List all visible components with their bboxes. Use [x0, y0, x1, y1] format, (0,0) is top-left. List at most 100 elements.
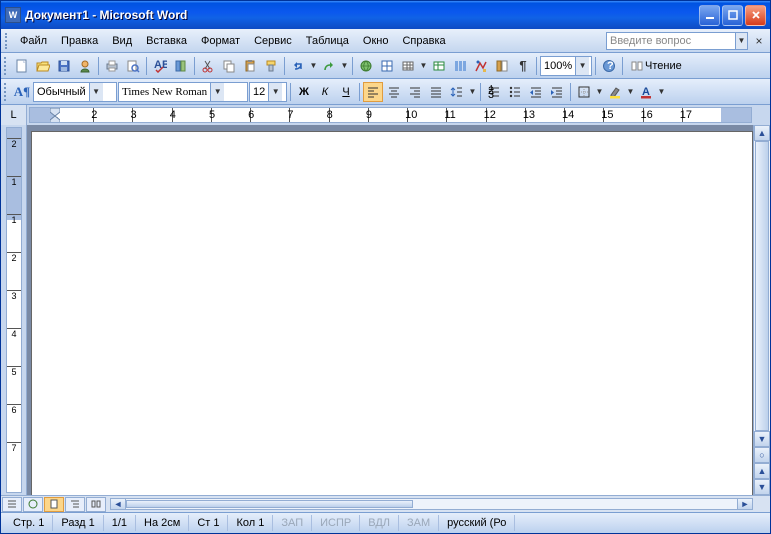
columns-button[interactable] — [450, 56, 470, 76]
font-color-button[interactable]: A — [636, 82, 656, 102]
toolbar-grip-1[interactable] — [4, 57, 9, 75]
titlebar[interactable]: W Документ1 - Microsoft Word — [1, 1, 770, 29]
status-ext[interactable]: ВДЛ — [360, 515, 399, 531]
horizontal-scrollbar[interactable]: ◄ ► — [110, 498, 753, 510]
scroll-down-button[interactable]: ▼ — [754, 431, 770, 447]
help-button[interactable]: ? — [599, 56, 619, 76]
scroll-right-button[interactable]: ► — [737, 498, 753, 510]
tab-selector[interactable]: L — [1, 105, 27, 125]
underline-button[interactable]: Ч — [336, 82, 356, 102]
minimize-button[interactable] — [699, 5, 720, 26]
status-lang[interactable]: русский (Ро — [439, 515, 515, 531]
menu-file[interactable]: Файл — [13, 33, 54, 49]
menu-tools[interactable]: Сервис — [247, 33, 299, 49]
line-spacing-button[interactable] — [447, 82, 467, 102]
insert-excel-button[interactable] — [429, 56, 449, 76]
paste-button[interactable] — [240, 56, 260, 76]
menu-insert[interactable]: Вставка — [139, 33, 194, 49]
line-spacing-dropdown[interactable]: ▼ — [468, 87, 477, 96]
tables-borders-button[interactable] — [377, 56, 397, 76]
italic-button[interactable]: К — [315, 82, 335, 102]
redo-button[interactable] — [319, 56, 339, 76]
format-painter-button[interactable] — [261, 56, 281, 76]
scroll-left-button[interactable]: ◄ — [110, 498, 126, 510]
insert-table-button[interactable] — [398, 56, 418, 76]
vertical-ruler[interactable]: 211234567 — [1, 125, 27, 495]
ask-question-input[interactable]: Введите вопрос — [606, 32, 736, 50]
undo-dropdown[interactable]: ▼ — [309, 61, 318, 70]
page[interactable] — [31, 131, 753, 495]
spellcheck-button[interactable]: ABC — [150, 56, 170, 76]
horizontal-ruler[interactable]: 1234567891011121314151617 — [29, 107, 752, 123]
next-page-button[interactable]: ▼ — [754, 479, 770, 495]
status-at[interactable]: На 2см — [136, 515, 189, 531]
font-combo[interactable]: Times New Roman▼ — [118, 82, 248, 102]
highlight-button[interactable] — [605, 82, 625, 102]
prev-page-button[interactable]: ▲ — [754, 463, 770, 479]
maximize-button[interactable] — [722, 5, 743, 26]
document-area[interactable] — [27, 125, 753, 495]
normal-view-button[interactable] — [2, 497, 22, 512]
menu-format[interactable]: Формат — [194, 33, 247, 49]
cut-button[interactable] — [198, 56, 218, 76]
status-ovr[interactable]: ЗАМ — [399, 515, 439, 531]
status-col[interactable]: Кол 1 — [228, 515, 273, 531]
reading-layout-button[interactable]: Чтение — [626, 56, 687, 76]
align-right-button[interactable] — [405, 82, 425, 102]
status-section[interactable]: Разд 1 — [53, 515, 103, 531]
drawing-button[interactable] — [471, 56, 491, 76]
decrease-indent-button[interactable] — [526, 82, 546, 102]
align-justify-button[interactable] — [426, 82, 446, 102]
font-size-combo[interactable]: 12▼ — [249, 82, 287, 102]
reading-view-button[interactable] — [86, 497, 106, 512]
redo-dropdown[interactable]: ▼ — [340, 61, 349, 70]
status-line[interactable]: Ст 1 — [189, 515, 228, 531]
zoom-combo[interactable]: 100%▼ — [540, 56, 592, 76]
print-layout-view-button[interactable] — [44, 497, 64, 512]
font-color-dropdown[interactable]: ▼ — [657, 87, 666, 96]
save-button[interactable] — [54, 56, 74, 76]
status-trk[interactable]: ИСПР — [312, 515, 360, 531]
status-rec[interactable]: ЗАП — [273, 515, 312, 531]
align-left-button[interactable] — [363, 82, 383, 102]
web-view-button[interactable] — [23, 497, 43, 512]
hyperlink-button[interactable] — [356, 56, 376, 76]
print-preview-button[interactable] — [123, 56, 143, 76]
scroll-up-button[interactable]: ▲ — [754, 125, 770, 141]
research-button[interactable] — [171, 56, 191, 76]
ask-question-dropdown[interactable]: ▼ — [736, 32, 748, 50]
insert-table-dropdown[interactable]: ▼ — [419, 61, 428, 70]
menu-view[interactable]: Вид — [105, 33, 139, 49]
close-button[interactable] — [745, 5, 766, 26]
bold-button[interactable]: Ж — [294, 82, 314, 102]
status-page[interactable]: Стр. 1 — [5, 515, 53, 531]
styles-pane-button[interactable]: A¶ — [12, 82, 32, 102]
undo-button[interactable] — [288, 56, 308, 76]
browse-object-button[interactable]: ○ — [754, 447, 770, 463]
outline-view-button[interactable] — [65, 497, 85, 512]
copy-button[interactable] — [219, 56, 239, 76]
print-button[interactable] — [102, 56, 122, 76]
vertical-scrollbar[interactable]: ▲ ▼ ○ ▲ ▼ — [753, 125, 770, 495]
show-marks-button[interactable]: ¶ — [513, 56, 533, 76]
borders-button[interactable] — [574, 82, 594, 102]
toolbar-grip-2[interactable] — [4, 83, 9, 101]
menu-table[interactable]: Таблица — [299, 33, 356, 49]
menu-window[interactable]: Окно — [356, 33, 396, 49]
permissions-button[interactable] — [75, 56, 95, 76]
close-doc-button[interactable]: × — [752, 34, 766, 48]
align-center-button[interactable] — [384, 82, 404, 102]
open-button[interactable] — [33, 56, 53, 76]
docmap-button[interactable] — [492, 56, 512, 76]
menu-edit[interactable]: Правка — [54, 33, 105, 49]
hscroll-thumb[interactable] — [126, 500, 413, 508]
style-combo[interactable]: Обычный▼ — [33, 82, 117, 102]
numbered-list-button[interactable]: 123 — [484, 82, 504, 102]
menu-help[interactable]: Справка — [395, 33, 452, 49]
first-line-indent-marker[interactable] — [50, 108, 60, 116]
status-pages[interactable]: 1/1 — [104, 515, 136, 531]
new-doc-button[interactable] — [12, 56, 32, 76]
vscroll-thumb[interactable] — [755, 141, 769, 431]
borders-dropdown[interactable]: ▼ — [595, 87, 604, 96]
highlight-dropdown[interactable]: ▼ — [626, 87, 635, 96]
